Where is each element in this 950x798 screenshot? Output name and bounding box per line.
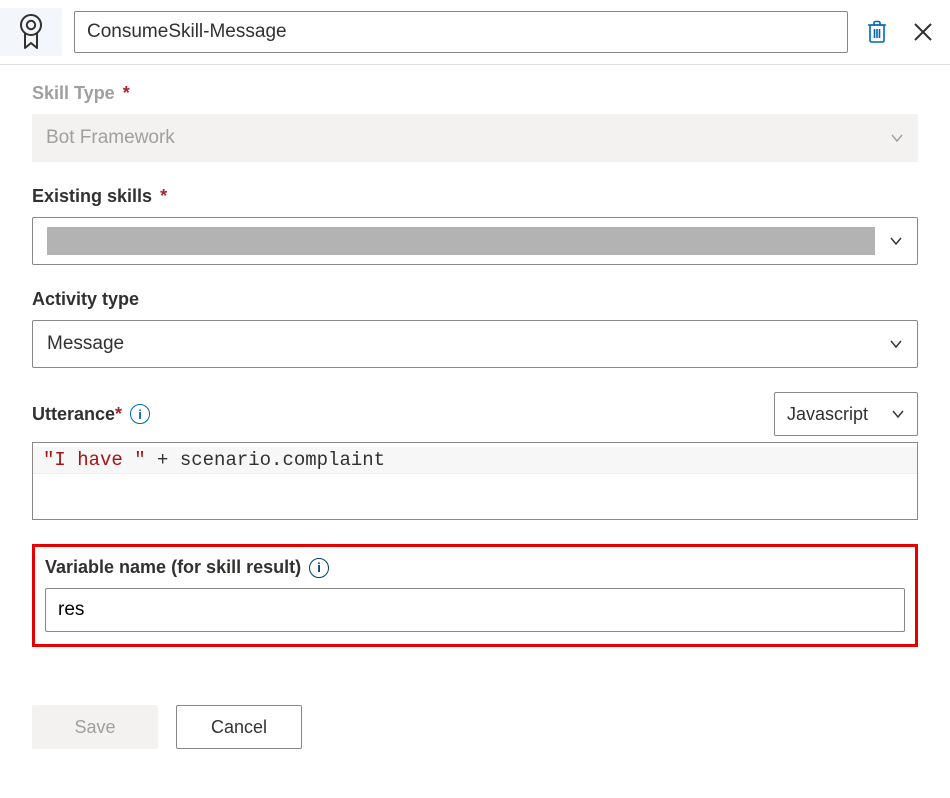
info-icon[interactable]: i: [309, 558, 329, 578]
existing-skills-label: Existing skills *: [32, 186, 918, 207]
required-asterisk: *: [123, 83, 130, 104]
close-button[interactable]: [906, 15, 940, 49]
chevron-down-icon: [891, 407, 905, 421]
chevron-down-icon: [889, 234, 903, 248]
utterance-language-value: Javascript: [787, 404, 868, 425]
node-title-input[interactable]: [74, 11, 848, 53]
trash-icon: [866, 20, 888, 44]
form-buttons: Save Cancel: [32, 705, 918, 749]
skill-type-field: Skill Type * Bot Framework: [32, 83, 918, 162]
chevron-down-icon: [889, 337, 903, 351]
required-asterisk: *: [160, 186, 167, 207]
variable-name-input[interactable]: [45, 588, 905, 632]
utterance-label-text: Utterance: [32, 404, 115, 424]
chevron-down-icon: [890, 131, 904, 145]
utterance-code-line: "I have " + scenario.complaint: [33, 447, 917, 474]
required-asterisk: *: [115, 404, 122, 424]
close-icon: [912, 21, 934, 43]
skill-type-value: Bot Framework: [46, 127, 175, 149]
existing-skills-field: Existing skills *: [32, 186, 918, 265]
skill-type-label-text: Skill Type: [32, 83, 115, 104]
title-bar: [0, 0, 950, 65]
skill-type-select-disabled: Bot Framework: [32, 114, 918, 162]
activity-type-value: Message: [47, 333, 124, 355]
variable-name-label-text: Variable name (for skill result): [45, 557, 301, 578]
existing-skills-label-text: Existing skills: [32, 186, 152, 207]
utterance-field: Utterance* i Javascript "I have " + scen…: [32, 392, 918, 520]
utterance-label: Utterance* i: [32, 404, 150, 425]
skill-type-label: Skill Type *: [32, 83, 918, 104]
info-icon[interactable]: i: [130, 404, 150, 424]
activity-type-label-text: Activity type: [32, 289, 139, 310]
activity-type-select[interactable]: Message: [32, 320, 918, 368]
skill-badge-icon: [0, 8, 62, 56]
cancel-button[interactable]: Cancel: [176, 705, 302, 749]
form-body: Skill Type * Bot Framework Existing skil…: [0, 65, 950, 781]
variable-name-label: Variable name (for skill result) i: [45, 557, 905, 578]
activity-type-field: Activity type Message: [32, 289, 918, 368]
utterance-code-editor[interactable]: "I have " + scenario.complaint: [32, 442, 918, 520]
existing-skills-value-redacted: [47, 227, 875, 255]
save-button: Save: [32, 705, 158, 749]
utterance-language-select[interactable]: Javascript: [774, 392, 918, 436]
existing-skills-select[interactable]: [32, 217, 918, 265]
variable-name-highlight: Variable name (for skill result) i: [32, 544, 918, 647]
delete-button[interactable]: [860, 15, 894, 49]
activity-type-label: Activity type: [32, 289, 918, 310]
